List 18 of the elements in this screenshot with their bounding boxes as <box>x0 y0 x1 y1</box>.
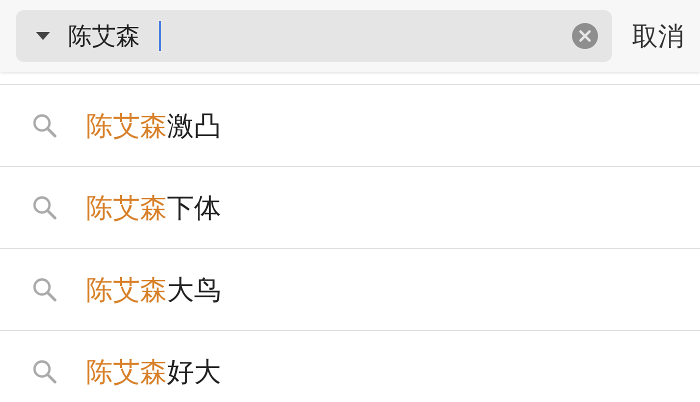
search-field[interactable]: 陈艾森 <box>16 10 612 62</box>
suggestion-item[interactable]: 陈艾森激凸 <box>0 85 700 167</box>
suggestion-text: 陈艾森下体 <box>86 192 221 226</box>
search-icon <box>32 194 58 220</box>
suggestion-text: 陈艾森激凸 <box>86 110 221 144</box>
search-icon <box>32 112 58 138</box>
suggestion-item[interactable]: 陈艾森大鸟 <box>0 249 700 331</box>
suggestion-text: 陈艾森大鸟 <box>86 274 221 308</box>
search-text: 陈艾森 <box>68 21 140 52</box>
clear-icon[interactable] <box>572 23 598 49</box>
search-icon <box>32 358 58 384</box>
suggestion-item[interactable]: 陈艾森好大 <box>0 331 700 402</box>
cancel-button[interactable]: 取消 <box>632 18 684 54</box>
suggestion-text: 陈艾森好大 <box>86 356 221 390</box>
text-cursor <box>159 21 161 51</box>
search-icon <box>32 276 58 302</box>
dropdown-triangle-icon[interactable] <box>36 32 50 40</box>
suggestion-item[interactable]: 陈艾森下体 <box>0 167 700 249</box>
